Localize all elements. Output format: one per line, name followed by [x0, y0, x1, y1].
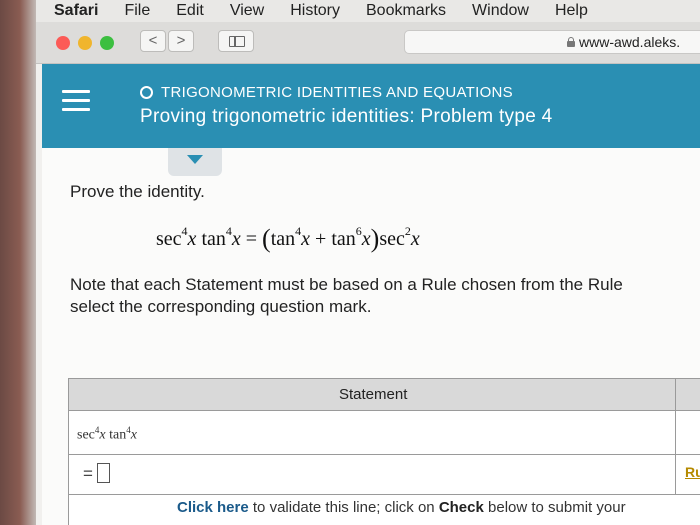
- menu-window[interactable]: Window: [472, 2, 529, 20]
- menu-help[interactable]: Help: [555, 2, 588, 20]
- validate-text: to validate this line; click on: [248, 499, 439, 516]
- page-title: Proving trigonometric identities: Proble…: [140, 106, 553, 127]
- topic-label: TRIGONOMETRIC IDENTITIES AND EQUATIONS: [161, 84, 513, 101]
- menu-view[interactable]: View: [230, 2, 264, 20]
- statement-header: Statement: [339, 386, 408, 403]
- validate-text-end: below to submit your: [483, 499, 626, 516]
- identity-equation: sec4x tan4x = (tan4x + tan6x)sec2x: [156, 224, 420, 253]
- chevron-down-icon: [187, 155, 203, 164]
- menu-bookmarks[interactable]: Bookmarks: [366, 2, 446, 20]
- progress-circle-icon: [140, 86, 153, 99]
- rule-link[interactable]: Ru: [685, 464, 700, 480]
- hamburger-menu-icon[interactable]: [62, 90, 90, 112]
- table-row: sec4x tan4x: [69, 411, 700, 455]
- menu-safari[interactable]: Safari: [54, 2, 98, 20]
- sidebar-toggle-button[interactable]: [218, 30, 254, 52]
- minimize-window-button[interactable]: [78, 36, 92, 50]
- proof-table: Statement sec4x tan4x = Ru Click here to…: [68, 378, 700, 525]
- table-row: = Ru: [69, 455, 700, 495]
- sidebar-icon: [229, 36, 245, 47]
- address-bar[interactable]: www-awd.aleks.: [404, 30, 700, 54]
- screen: Safari File Edit View History Bookmarks …: [36, 0, 700, 525]
- validate-row: Click here to validate this line; click …: [69, 495, 700, 525]
- lock-icon: [567, 37, 575, 47]
- given-expression: sec4x tan4x: [77, 425, 137, 443]
- window-controls: [56, 36, 114, 50]
- browser-toolbar: < > www-awd.aleks.: [36, 22, 700, 64]
- expand-tab[interactable]: [168, 148, 222, 176]
- menu-file[interactable]: File: [124, 2, 150, 20]
- note-line-1: Note that each Statement must be based o…: [70, 275, 623, 294]
- menu-history[interactable]: History: [290, 2, 340, 20]
- navigation-buttons: < >: [140, 30, 194, 52]
- instruction-note: Note that each Statement must be based o…: [70, 274, 700, 318]
- url-text: www-awd.aleks.: [579, 34, 681, 50]
- statement-input[interactable]: [97, 463, 110, 483]
- back-button[interactable]: <: [140, 30, 166, 52]
- menu-edit[interactable]: Edit: [176, 2, 204, 20]
- close-window-button[interactable]: [56, 36, 70, 50]
- click-here-link[interactable]: Click here: [177, 499, 249, 516]
- note-line-2: select the corresponding question mark.: [70, 297, 372, 316]
- aleks-header: TRIGONOMETRIC IDENTITIES AND EQUATIONS P…: [42, 64, 700, 148]
- forward-button[interactable]: >: [168, 30, 194, 52]
- zoom-window-button[interactable]: [100, 36, 114, 50]
- mac-menubar: Safari File Edit View History Bookmarks …: [36, 0, 700, 22]
- equals-sign: =: [83, 464, 93, 483]
- problem-prompt: Prove the identity.: [70, 182, 205, 201]
- topic-line: TRIGONOMETRIC IDENTITIES AND EQUATIONS: [140, 84, 513, 101]
- table-header: Statement: [69, 379, 700, 411]
- check-label: Check: [438, 499, 484, 516]
